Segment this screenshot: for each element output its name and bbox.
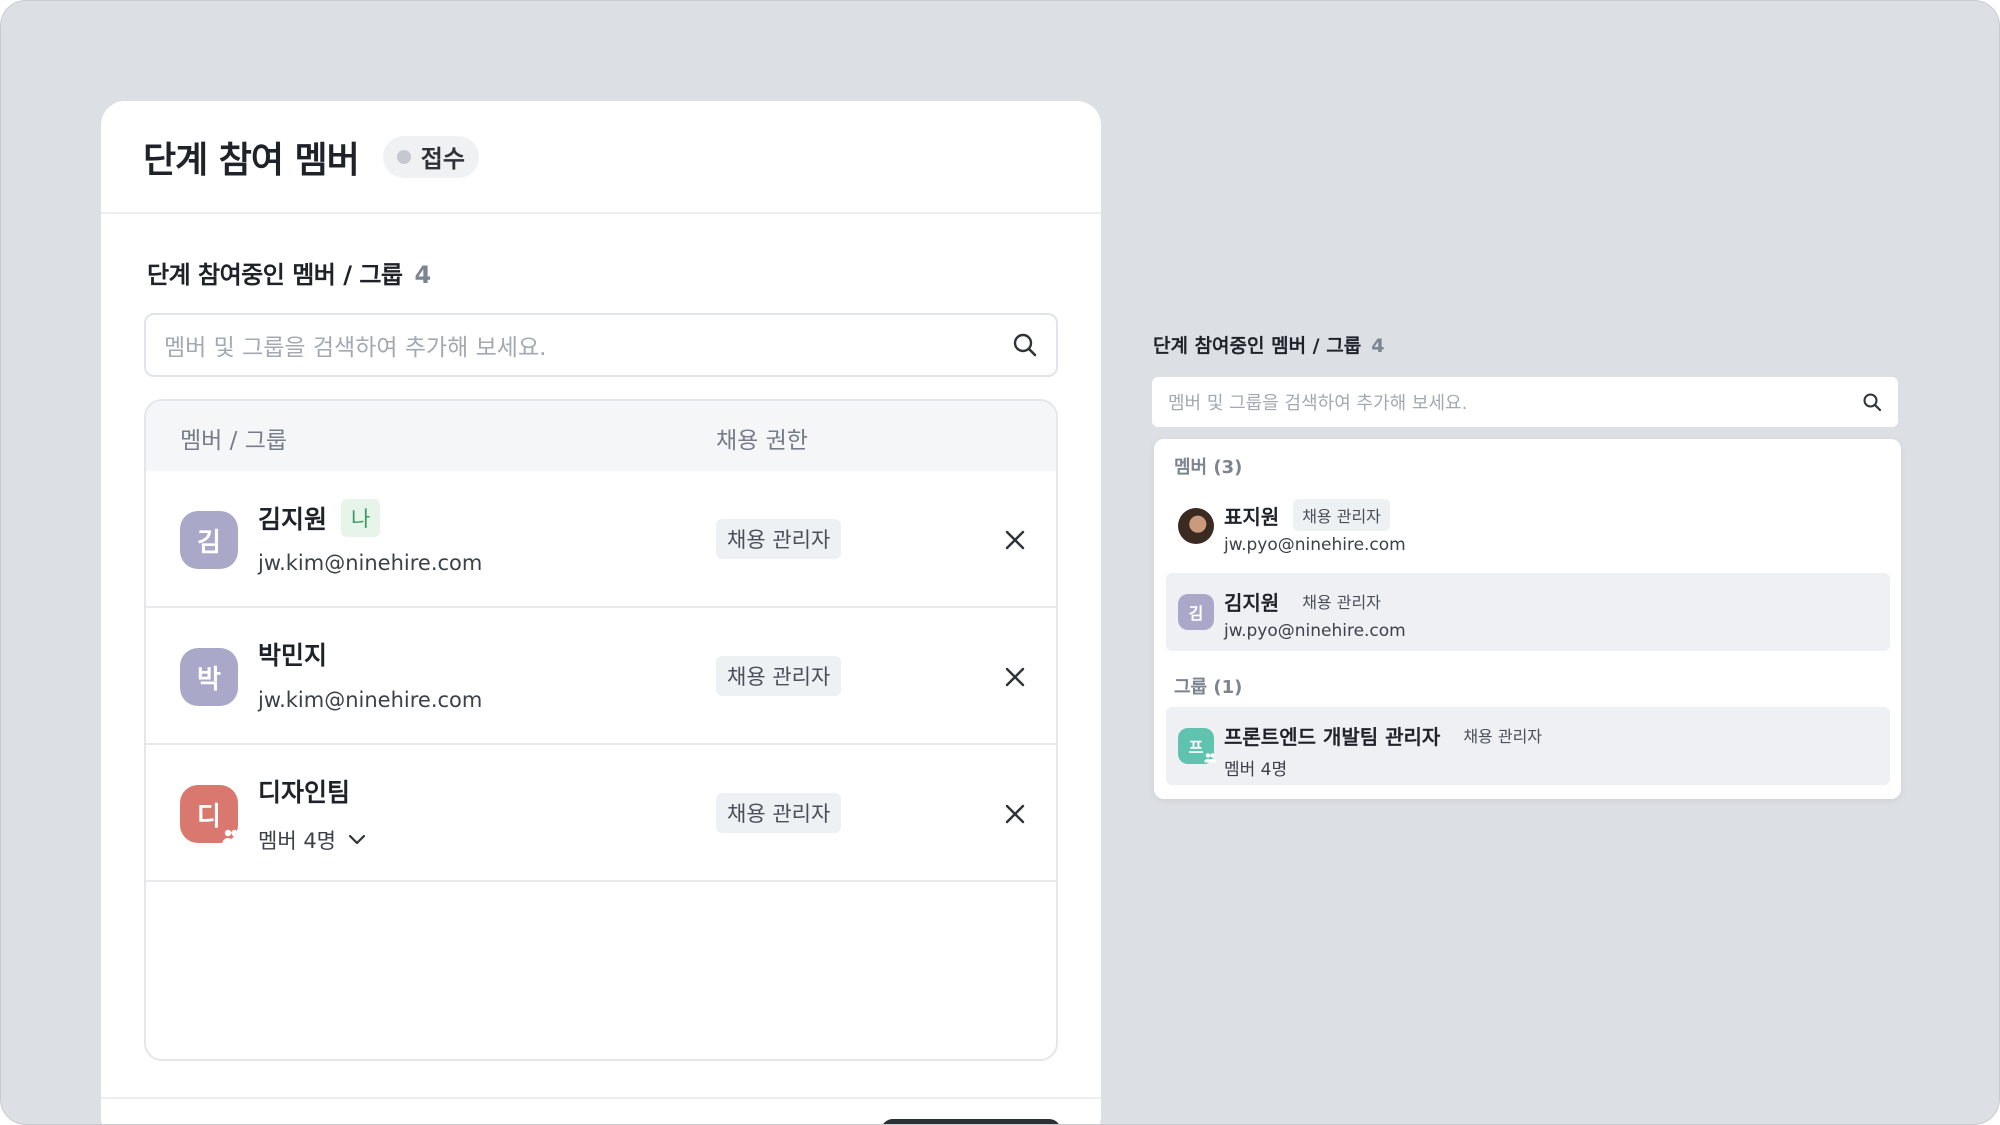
search-icon[interactable] [1012, 332, 1038, 358]
members-table: 멤버 / 그룹 채용 권한 김 김지원 나 jw.kim@ninehire.co… [144, 399, 1058, 1061]
name-line: 디자인팀 [258, 773, 350, 809]
avatar-initial: 박 [197, 664, 221, 695]
permission-badge[interactable]: 채용 관리자 [716, 656, 842, 696]
avatar-initial: 프 [1188, 738, 1204, 757]
avatar: 프 [1178, 728, 1217, 767]
avatar: 박 [180, 648, 238, 706]
preview-search-placeholder: 멤버 및 그룹을 검색하여 추가해 보세요. [1168, 393, 1468, 414]
avatar-initial: 디 [197, 801, 221, 832]
groups-section-header: 그룹 (1) [1174, 677, 1243, 698]
permission-badge[interactable]: 채용 관리자 [716, 519, 842, 559]
name-line: 김지원 나 [258, 499, 381, 537]
name-line: 표지원 채용 관리자 [1224, 499, 1390, 531]
permission-badge: 채용 관리자 [1293, 499, 1390, 531]
preview-section-count: 4 [1371, 335, 1385, 357]
member-email: jw.kim@ninehire.com [258, 551, 483, 575]
avatar: 김 [1178, 594, 1214, 630]
group-icon [220, 825, 242, 847]
member-name: 표지원 [1224, 504, 1280, 529]
search-icon [1863, 393, 1882, 412]
table-row: 박 박민지 jw.kim@ninehire.com 채용 관리자 [146, 608, 1056, 745]
member-email: jw.kim@ninehire.com [258, 688, 483, 712]
members-section-header: 멤버 (3) [1174, 457, 1243, 478]
member-name: 박민지 [258, 641, 328, 670]
section-heading: 단계 참여중인 멤버 / 그룹 4 [147, 255, 431, 290]
remove-member-button[interactable] [1000, 525, 1030, 555]
group-member-count[interactable]: 멤버 4명 [258, 825, 366, 855]
column-permission: 채용 권한 [716, 428, 808, 454]
modal-header: 단계 참여 멤버 접수 [101, 101, 1101, 214]
member-email: jw.pyo@ninehire.com [1224, 621, 1406, 641]
remove-member-button[interactable] [1000, 662, 1030, 692]
member-search-input[interactable]: 멤버 및 그룹을 검색하여 추가해 보세요. [144, 313, 1058, 377]
table-header: 멤버 / 그룹 채용 권한 [146, 401, 1056, 471]
permission-badge: 채용 관리자 [1463, 727, 1543, 746]
member-email: jw.pyo@ninehire.com [1224, 535, 1406, 555]
close-icon [1005, 667, 1025, 687]
avatar-initial: 김 [197, 527, 221, 558]
status-label: 접수 [420, 145, 465, 173]
preview-section-heading: 단계 참여중인 멤버 / 그룹 4 [1153, 331, 1384, 358]
footer-primary-button[interactable] [881, 1119, 1061, 1124]
close-icon [1005, 804, 1025, 824]
preview-section-title: 단계 참여중인 멤버 / 그룹 [1153, 335, 1362, 357]
group-name: 디자인팀 [258, 778, 351, 807]
close-icon [1005, 530, 1025, 550]
section-count: 4 [414, 261, 432, 289]
avatar-initial: 김 [1188, 604, 1204, 623]
column-member: 멤버 / 그룹 [180, 428, 288, 454]
result-member-item[interactable]: 표지원 채용 관리자 jw.pyo@ninehire.com [1166, 487, 1890, 565]
result-group-item[interactable]: 프 프론트엔드 개발팀 관리자 채용 관리자 멤버 4명 [1166, 707, 1890, 785]
status-chip: 접수 [382, 135, 479, 178]
group-member-count-label: 멤버 4명 [258, 829, 336, 853]
remove-group-button[interactable] [1000, 799, 1030, 829]
group-member-count: 멤버 4명 [1224, 760, 1288, 780]
name-line: 김지원 채용 관리자 [1224, 585, 1390, 617]
avatar [1178, 508, 1214, 544]
result-member-item[interactable]: 김 김지원 채용 관리자 jw.pyo@ninehire.com [1166, 573, 1890, 651]
status-dot-icon [396, 149, 411, 164]
section-title: 단계 참여중인 멤버 / 그룹 [147, 261, 403, 289]
avatar: 김 [180, 511, 238, 569]
group-name: 프론트엔드 개발팀 관리자 [1224, 724, 1441, 749]
permission-badge: 채용 관리자 [1302, 593, 1381, 612]
name-line: 프론트엔드 개발팀 관리자 채용 관리자 [1224, 719, 1551, 751]
member-name: 김지원 [1224, 590, 1280, 615]
search-placeholder: 멤버 및 그룹을 검색하여 추가해 보세요. [164, 335, 547, 361]
permission-badge[interactable]: 채용 관리자 [716, 793, 842, 833]
search-results-dropdown: 멤버 (3) 표지원 채용 관리자 jw.pyo@ninehire.com 김 … [1154, 439, 1901, 799]
stage-members-modal: 단계 참여 멤버 접수 단계 참여중인 멤버 / 그룹 4 멤버 및 그룹을 검… [101, 101, 1101, 1124]
table-row: 김 김지원 나 jw.kim@ninehire.com 채용 관리자 [146, 471, 1056, 608]
footer-divider [101, 1097, 1101, 1099]
avatar: 디 [180, 785, 240, 843]
table-row: 디 디자인팀 멤버 4명 채용 관리자 [146, 745, 1056, 882]
member-name: 김지원 [258, 505, 328, 534]
group-icon [1203, 748, 1217, 767]
canvas: 단계 참여 멤버 접수 단계 참여중인 멤버 / 그룹 4 멤버 및 그룹을 검… [0, 0, 2000, 1125]
preview-search-input[interactable]: 멤버 및 그룹을 검색하여 추가해 보세요. [1152, 377, 1898, 427]
chevron-down-icon [348, 834, 366, 845]
name-line: 박민지 [258, 636, 327, 672]
modal-title: 단계 참여 멤버 [143, 139, 360, 181]
me-badge: 나 [341, 499, 381, 537]
